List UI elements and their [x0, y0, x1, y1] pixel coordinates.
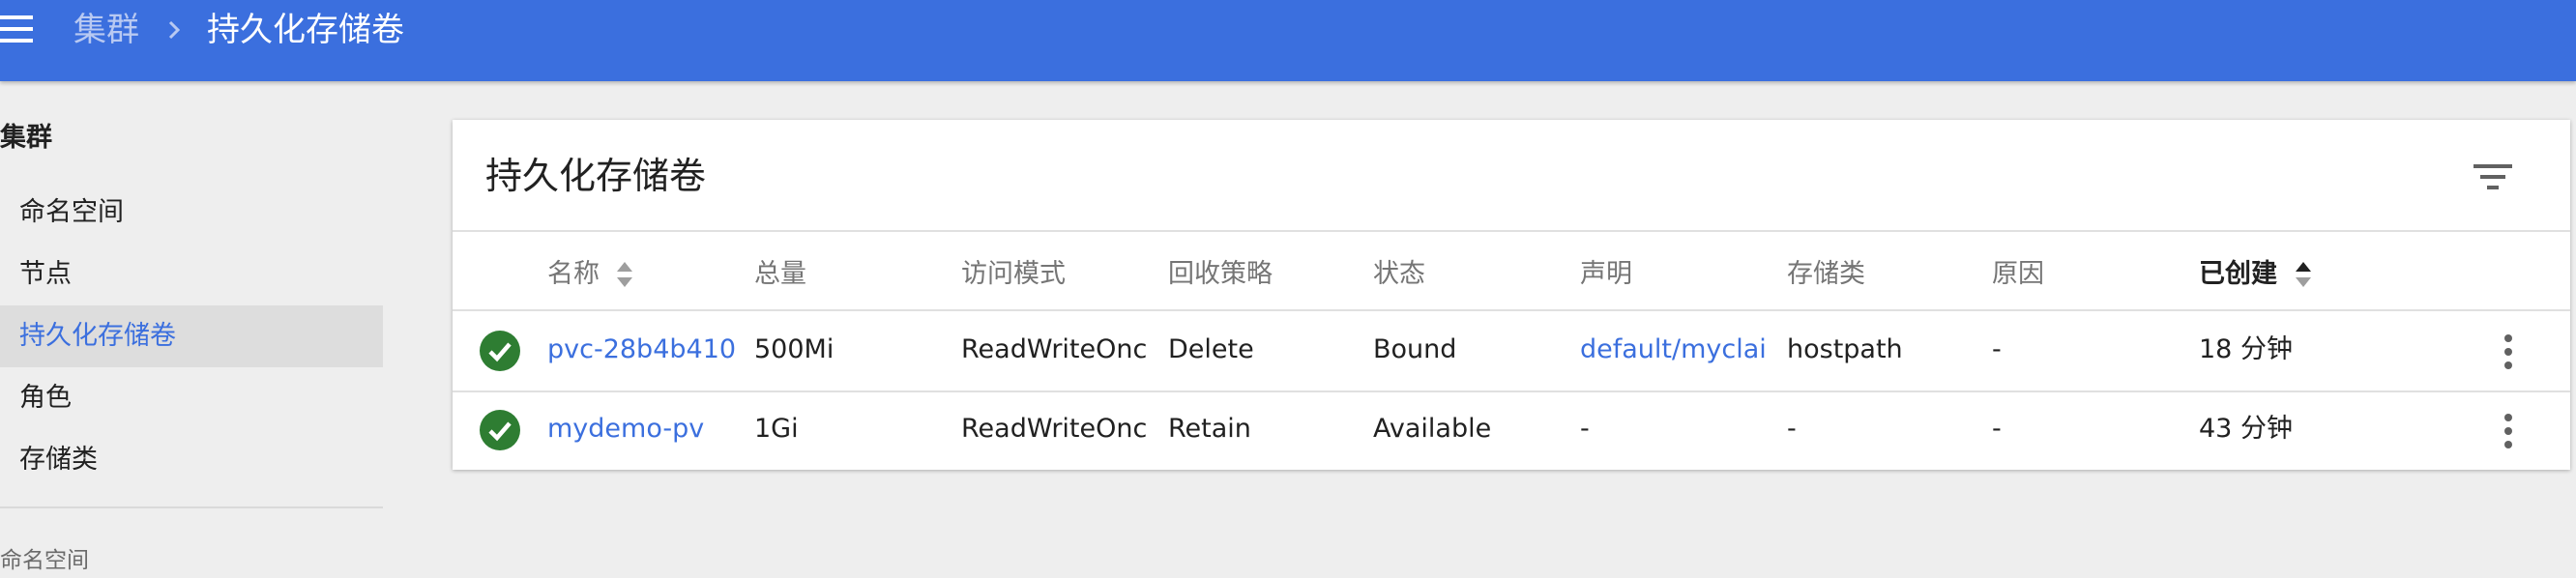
pv-status: Bound	[1373, 334, 1457, 364]
column-header-access-mode: 访问模式	[961, 259, 1066, 289]
pv-storage-class: -	[1787, 414, 1797, 444]
header-divider	[453, 230, 2570, 232]
pv-reclaim-policy: Delete	[1168, 334, 1254, 364]
sidebar-section-title: 集群	[0, 123, 52, 153]
sidebar-item-nodes[interactable]: 节点	[0, 244, 383, 305]
column-header-capacity: 总量	[754, 259, 806, 289]
more-vert-icon[interactable]	[2497, 412, 2520, 450]
pv-reclaim-policy: Retain	[1168, 414, 1251, 444]
pv-name-link[interactable]: mydemo-pv	[547, 406, 741, 452]
persistent-volumes-card: 持久化存储卷 名称 总量 访问模式 回收策略 状态 声明 存储类 原因 已创建 …	[453, 120, 2570, 470]
pv-status: Available	[1373, 414, 1492, 444]
sort-icon[interactable]	[2294, 259, 2313, 290]
chevron-right-icon	[168, 20, 181, 40]
column-header-created[interactable]: 已创建	[2199, 251, 2277, 298]
pv-created: 43 分钟	[2199, 414, 2293, 444]
column-header-status: 状态	[1373, 259, 1425, 289]
column-header-reason: 原因	[1992, 259, 2044, 289]
sidebar-item-persistent-volumes[interactable]: 持久化存储卷	[0, 305, 383, 367]
pv-claim-link[interactable]: default/myclai	[1580, 327, 1768, 373]
pv-access-mode: ReadWriteOnc	[961, 414, 1148, 444]
table-row: pvc-28b4b410 500Mi ReadWriteOnc Delete B…	[453, 311, 2570, 390]
sidebar-namespace-label: 命名空间	[0, 548, 89, 573]
filter-icon[interactable]	[2474, 160, 2512, 193]
column-header-reclaim-policy: 回收策略	[1168, 259, 1273, 289]
sidebar-item-roles[interactable]: 角色	[0, 367, 383, 429]
more-vert-icon[interactable]	[2497, 332, 2520, 371]
pv-name-link[interactable]: pvc-28b4b410	[547, 327, 741, 373]
column-header-name[interactable]: 名称	[547, 251, 600, 298]
sort-icon[interactable]	[615, 259, 634, 290]
pv-capacity: 1Gi	[754, 414, 799, 444]
pv-access-mode: ReadWriteOnc	[961, 334, 1148, 364]
menu-icon[interactable]	[0, 15, 35, 44]
card-title: 持久化存储卷	[485, 155, 707, 197]
pv-reason: -	[1992, 334, 2002, 364]
check-circle-icon	[480, 410, 520, 450]
table-row: mydemo-pv 1Gi ReadWriteOnc Retain Availa…	[453, 390, 2570, 470]
breadcrumb-current: 持久化存储卷	[207, 11, 404, 49]
sidebar-divider	[0, 506, 383, 508]
pv-reason: -	[1992, 414, 2002, 444]
top-app-bar: 集群 持久化存储卷	[0, 0, 2576, 81]
pv-claim: -	[1580, 414, 1590, 444]
column-header-storage-class: 存储类	[1787, 259, 1865, 289]
sidebar-item-namespaces[interactable]: 命名空间	[0, 182, 383, 244]
pv-created: 18 分钟	[2199, 334, 2293, 364]
pv-storage-class: hostpath	[1787, 334, 1903, 364]
pv-capacity: 500Mi	[754, 334, 834, 364]
sidebar-item-storage-classes[interactable]: 存储类	[0, 429, 383, 491]
breadcrumb-root[interactable]: 集群	[73, 6, 139, 54]
column-header-claim: 声明	[1580, 259, 1632, 289]
check-circle-icon	[480, 331, 520, 371]
